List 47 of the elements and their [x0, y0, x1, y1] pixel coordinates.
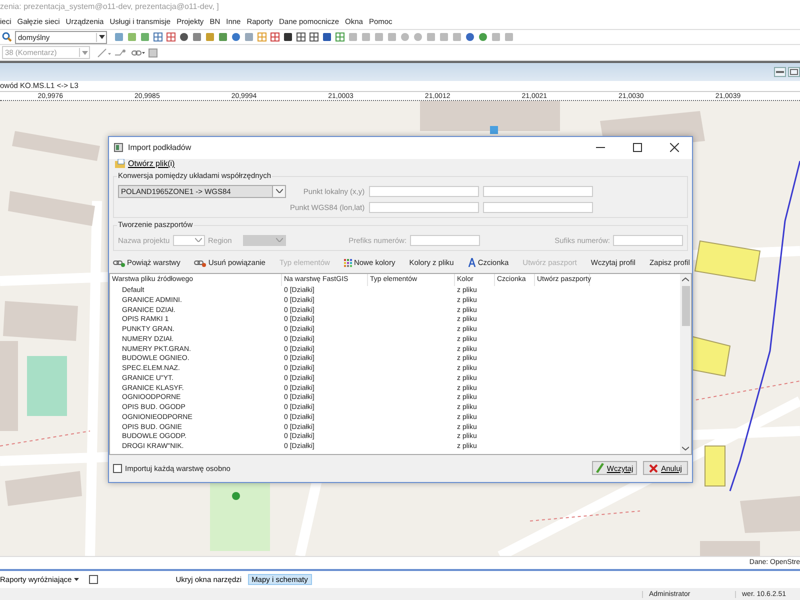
- input-field[interactable]: [368, 202, 479, 213]
- window-title: zenia: prezentacja_system@o11-dev, prezentacja@o11-dev, ]: [0, 2, 219, 11]
- input-field[interactable]: [482, 202, 593, 213]
- maximize-icon: [632, 143, 642, 152]
- open-files-button[interactable]: Otwórz plik(i): [113, 158, 177, 169]
- caret-icon: [82, 50, 88, 55]
- checkbox[interactable]: [88, 575, 98, 584]
- table-icon[interactable]: [153, 32, 163, 42]
- app-icon: [114, 143, 123, 152]
- grid-icon[interactable]: [166, 32, 176, 42]
- checkbox[interactable]: [113, 464, 122, 473]
- minimize-icon: [776, 70, 784, 74]
- pen-icon: [596, 463, 604, 474]
- chevron-icon: [276, 238, 283, 242]
- caret-icon: [98, 35, 104, 40]
- project-select[interactable]: [172, 234, 206, 246]
- dot-icon[interactable]: [413, 32, 423, 42]
- search-icon[interactable]: [2, 32, 12, 42]
- square-icon[interactable]: [439, 32, 449, 42]
- font-icon: [468, 258, 476, 268]
- minimize-button[interactable]: [774, 66, 786, 77]
- grid-icon[interactable]: [270, 32, 280, 42]
- scroll-down-icon[interactable]: [682, 446, 689, 451]
- frame-icon[interactable]: [296, 32, 306, 42]
- table-icon[interactable]: [257, 32, 267, 42]
- cross-icon: [649, 464, 658, 473]
- dialog-title: Import podkładów: [128, 143, 192, 152]
- input-field[interactable]: [410, 234, 480, 246]
- input-field[interactable]: [368, 186, 479, 197]
- scroll-up-icon[interactable]: [682, 276, 689, 282]
- scroll-thumb[interactable]: [682, 286, 690, 326]
- region-select[interactable]: [242, 234, 286, 246]
- palette-icon: [344, 258, 352, 267]
- chain-icon[interactable]: [131, 48, 145, 58]
- input-field[interactable]: [613, 234, 683, 246]
- scrollbar[interactable]: [680, 274, 691, 454]
- chain-icon: [194, 258, 206, 267]
- input-field[interactable]: [482, 186, 593, 197]
- caret-icon: [74, 578, 79, 582]
- chain-icon: [113, 258, 125, 267]
- frame-icon[interactable]: [309, 32, 319, 42]
- restore-button[interactable]: [788, 66, 800, 77]
- restore-icon: [790, 68, 798, 75]
- chevron-icon: [276, 189, 282, 194]
- line-icon[interactable]: [97, 48, 111, 58]
- chevron-icon: [195, 238, 202, 242]
- square-icon[interactable]: [148, 48, 158, 58]
